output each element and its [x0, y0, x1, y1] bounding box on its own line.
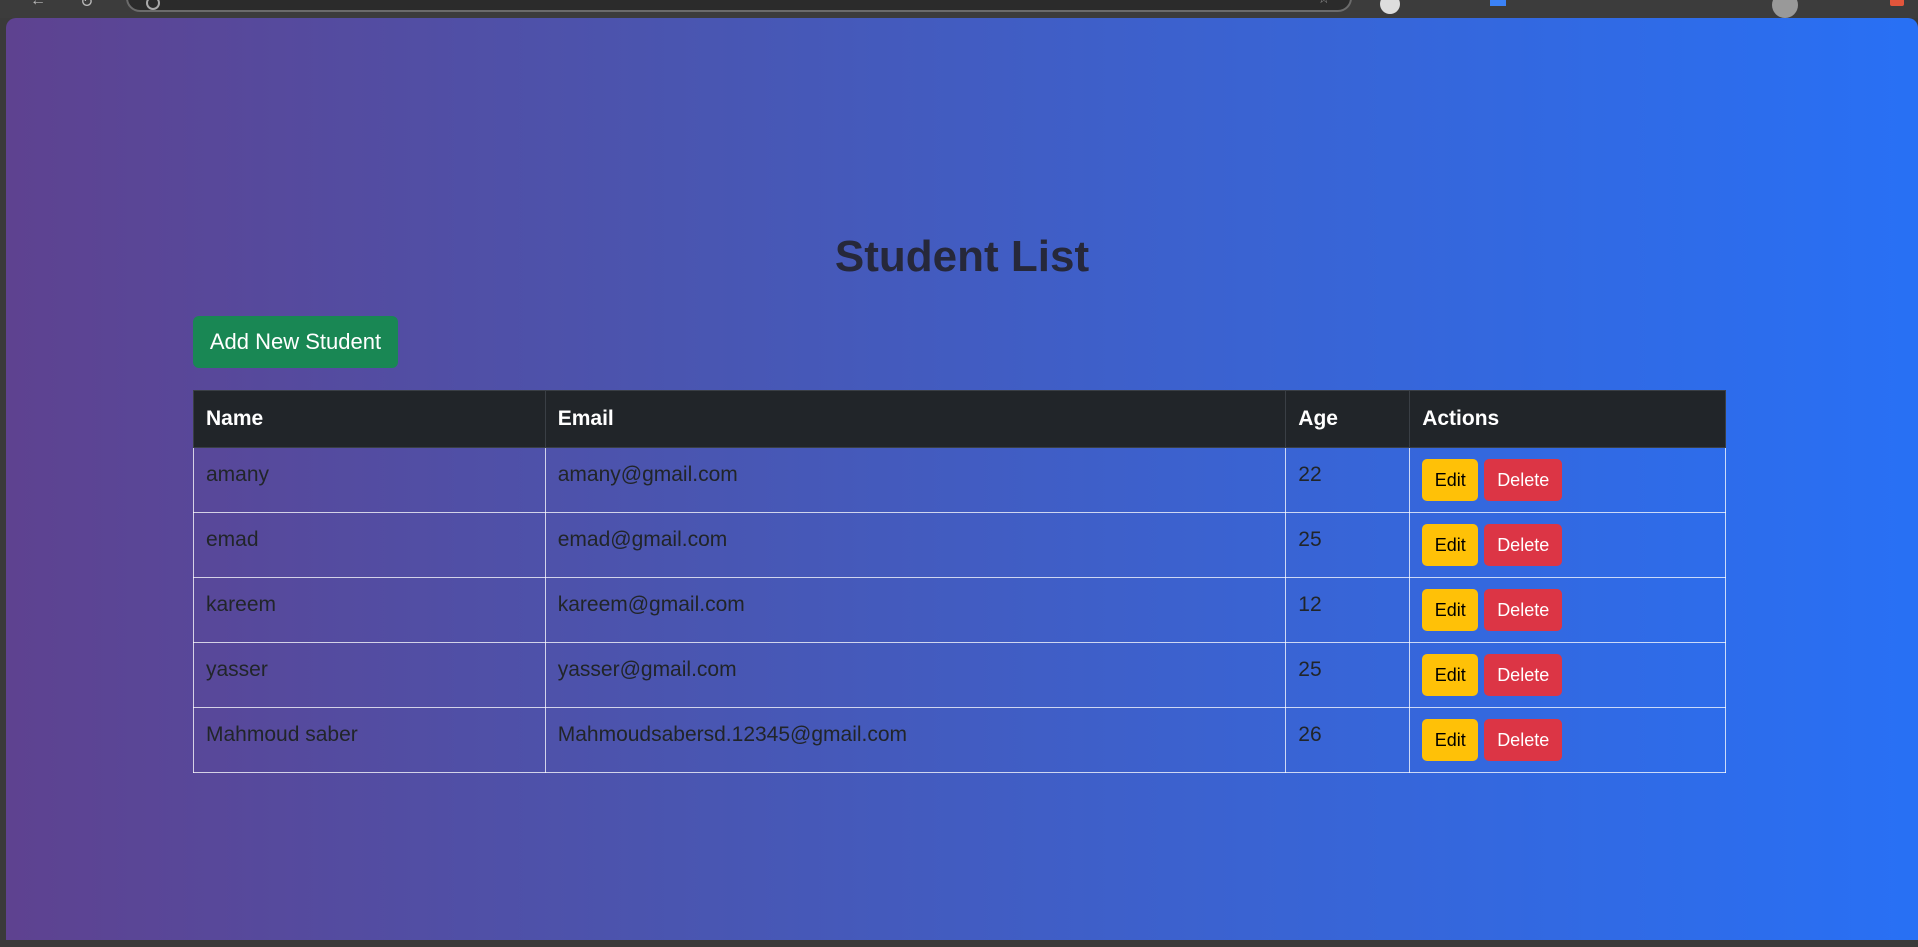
cell-actions: Edit Delete — [1409, 512, 1726, 578]
back-arrow-icon[interactable]: ← — [30, 0, 46, 10]
delete-button[interactable]: Delete — [1484, 589, 1563, 631]
edit-button[interactable]: Edit — [1422, 459, 1479, 501]
cell-email: amany@gmail.com — [544, 447, 1287, 513]
cell-actions: Edit Delete — [1409, 642, 1726, 708]
cell-name: amany — [193, 447, 546, 513]
address-bar[interactable]: ☆ — [126, 0, 1352, 12]
table-body: amany amany@gmail.com 22 Edit Delete emad… — [193, 447, 1726, 773]
table-row: yasser yasser@gmail.com 25 Edit Delete — [193, 642, 1726, 708]
table-row: emad emad@gmail.com 25 Edit Delete — [193, 512, 1726, 578]
cell-name: yasser — [193, 642, 546, 708]
header-actions: Actions — [1409, 390, 1726, 448]
cell-actions: Edit Delete — [1409, 707, 1726, 773]
avatar-icon[interactable] — [1772, 0, 1798, 18]
cell-actions: Edit Delete — [1409, 447, 1726, 513]
header-age: Age — [1285, 390, 1411, 448]
delete-button[interactable]: Delete — [1484, 654, 1563, 696]
cell-age: 25 — [1285, 642, 1411, 708]
table-row: amany amany@gmail.com 22 Edit Delete — [193, 447, 1726, 513]
cell-email: emad@gmail.com — [544, 512, 1287, 578]
cell-email: yasser@gmail.com — [544, 642, 1287, 708]
extension-icon[interactable] — [1490, 0, 1506, 6]
site-info-icon[interactable] — [146, 0, 160, 10]
table-row: Mahmoud saber Mahmoudsabersd.12345@gmail… — [193, 707, 1726, 773]
cell-age: 22 — [1285, 447, 1411, 513]
cell-email: kareem@gmail.com — [544, 577, 1287, 643]
student-table: Name Email Age Actions amany amany@gmail… — [193, 390, 1726, 773]
edit-button[interactable]: Edit — [1422, 589, 1479, 631]
edit-button[interactable]: Edit — [1422, 719, 1479, 761]
edit-button[interactable]: Edit — [1422, 654, 1479, 696]
menu-icon[interactable] — [1890, 0, 1904, 6]
header-name: Name — [193, 390, 546, 448]
cell-actions: Edit Delete — [1409, 577, 1726, 643]
cell-age: 12 — [1285, 577, 1411, 643]
delete-button[interactable]: Delete — [1484, 459, 1563, 501]
edit-button[interactable]: Edit — [1422, 524, 1479, 566]
cell-age: 26 — [1285, 707, 1411, 773]
table-row: kareem kareem@gmail.com 12 Edit Delete — [193, 577, 1726, 643]
browser-toolbar: ← ↻ ☆ — [0, 0, 1918, 18]
header-email: Email — [544, 390, 1287, 448]
delete-button[interactable]: Delete — [1484, 719, 1563, 761]
cell-name: Mahmoud saber — [193, 707, 546, 773]
page-viewport: Student List Add New Student Name Email … — [6, 18, 1918, 940]
reload-icon[interactable]: ↻ — [80, 0, 93, 12]
page-title: Student List — [834, 232, 1090, 281]
delete-button[interactable]: Delete — [1484, 524, 1563, 566]
add-new-student-button[interactable]: Add New Student — [193, 316, 398, 368]
cell-email: Mahmoudsabersd.12345@gmail.com — [544, 707, 1287, 773]
cell-age: 25 — [1285, 512, 1411, 578]
cell-name: emad — [193, 512, 546, 578]
table-header-row: Name Email Age Actions — [193, 390, 1726, 448]
cell-name: kareem — [193, 577, 546, 643]
profile-circle-icon[interactable] — [1380, 0, 1400, 14]
bookmark-star-icon[interactable]: ☆ — [1317, 0, 1330, 7]
